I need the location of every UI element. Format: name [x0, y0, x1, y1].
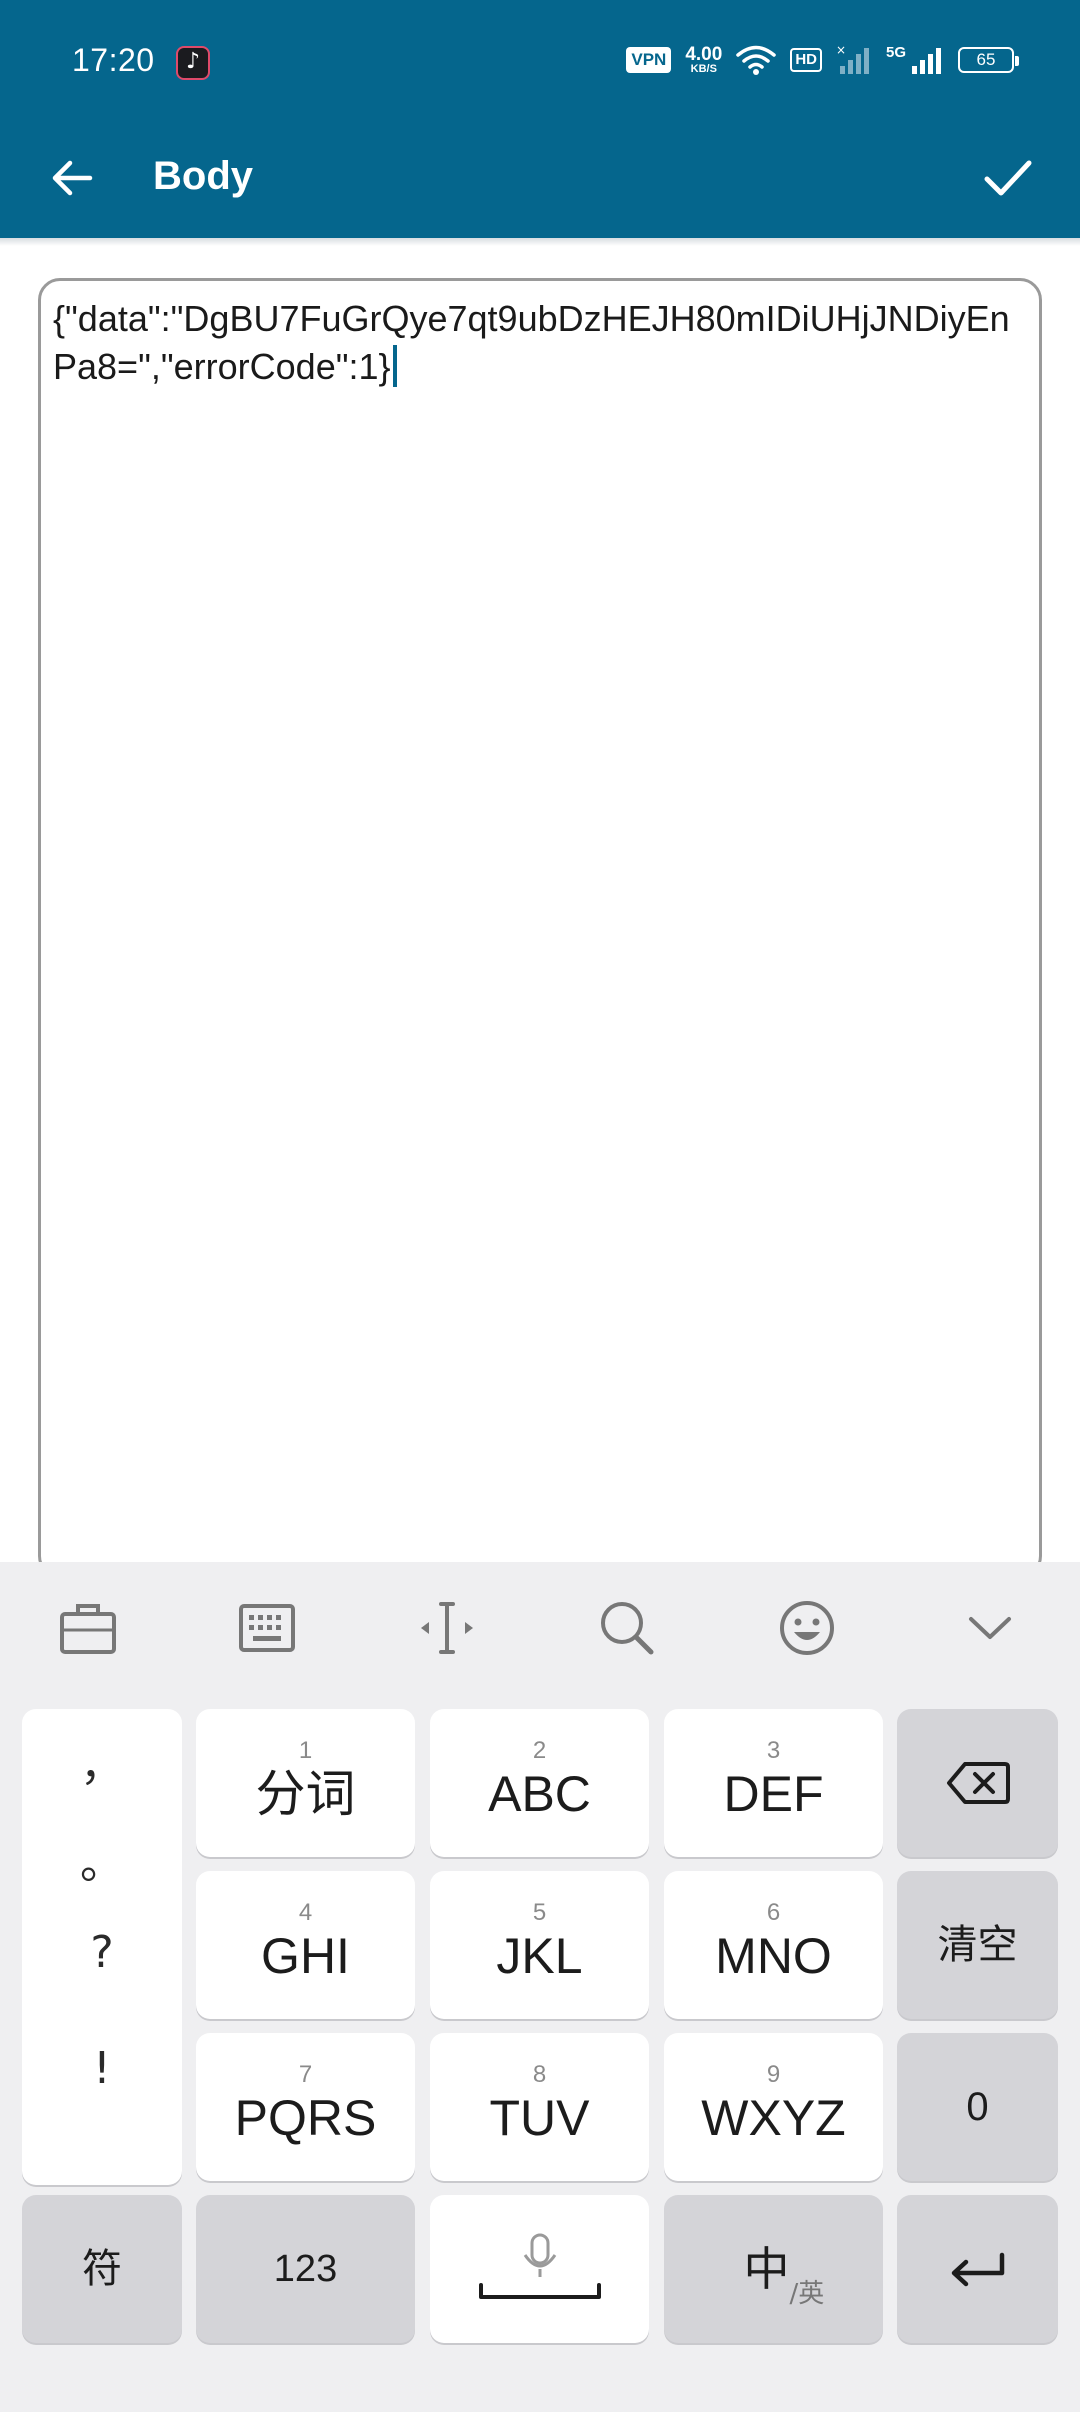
- key-number: 6: [766, 1899, 781, 1926]
- wifi-icon: [736, 45, 777, 75]
- hd-voice-icon: HD: [790, 48, 822, 72]
- key-number: 4: [298, 1899, 313, 1926]
- key-6-mno[interactable]: 6 MNO: [664, 1871, 883, 2019]
- punct-exclamation[interactable]: !: [22, 2043, 182, 2094]
- keyboard-icon: [239, 1604, 295, 1652]
- punctuation-list[interactable]: ， 。 ? !: [22, 1709, 182, 2185]
- key-3-def[interactable]: 3 DEF: [664, 1709, 883, 1857]
- key-number: 5: [532, 1899, 547, 1926]
- numbers-key[interactable]: 123: [196, 2195, 415, 2343]
- microphone-icon: [478, 2233, 601, 2299]
- key-label: JKL: [496, 1928, 583, 1984]
- network-speed-unit: KB/S: [690, 63, 717, 75]
- key-7-pqrs[interactable]: 7 PQRS: [196, 2033, 415, 2181]
- key-label: 清空: [937, 1922, 1018, 1968]
- language-switch-label: 中 /英: [714, 2229, 834, 2309]
- key-label: 符: [82, 2246, 122, 2292]
- key-label: MNO: [715, 1928, 832, 1984]
- key-label: 123: [273, 2248, 338, 2290]
- arrow-left-icon: [52, 160, 93, 196]
- lang-main-label: 中: [743, 2242, 790, 2296]
- key-label: TUV: [489, 2090, 590, 2146]
- key-label: 分词: [255, 1765, 356, 1823]
- cursor-control-button[interactable]: [402, 1590, 492, 1666]
- key-2-abc[interactable]: 2 ABC: [430, 1709, 649, 1857]
- keyboard-toolbar: [0, 1562, 1080, 1702]
- key-1-fenci[interactable]: 1 分词: [196, 1709, 415, 1857]
- app-bar-shadow: [0, 238, 1080, 246]
- punct-period[interactable]: 。: [22, 1827, 182, 1891]
- enter-key[interactable]: [897, 2195, 1058, 2343]
- key-number: 3: [766, 1737, 781, 1764]
- clear-key[interactable]: 清空: [897, 1871, 1058, 2019]
- back-button[interactable]: [44, 150, 100, 206]
- emoji-button[interactable]: [762, 1590, 852, 1666]
- punct-comma[interactable]: ，: [22, 1729, 182, 1793]
- backspace-icon: [946, 1762, 1010, 1804]
- key-label: PQRS: [234, 2090, 377, 2146]
- network-type: 5G: [885, 43, 906, 61]
- page-title: Body: [153, 154, 253, 198]
- key-number: 1: [298, 1737, 313, 1764]
- clipboard-icon: [60, 1604, 116, 1654]
- key-number: 8: [532, 2061, 547, 2088]
- keyboard: ， 。 ? ! 1 分词 2 ABC 3 DEF 4 GHI 5 JKL 6 M…: [0, 1562, 1080, 2412]
- punct-question[interactable]: ?: [22, 1927, 182, 1978]
- keyboard-switch-button[interactable]: [222, 1590, 312, 1666]
- key-9-wxyz[interactable]: 9 WXYZ: [664, 2033, 883, 2181]
- status-time: 17:20: [72, 42, 155, 78]
- body-text-content[interactable]: {"data":"DgBU7FuGrQye7qt9ubDzHEJH80mIDiU…: [53, 295, 1033, 391]
- keyboard-search-button[interactable]: [582, 1590, 672, 1666]
- tiktok-notification-icon: [176, 46, 210, 80]
- key-4-ghi[interactable]: 4 GHI: [196, 1871, 415, 2019]
- key-label: ABC: [488, 1766, 591, 1822]
- key-label: 0: [966, 2085, 989, 2129]
- search-icon: [601, 1602, 654, 1655]
- confirm-button[interactable]: [976, 148, 1040, 208]
- status-icons: VPN 4.00 KB/S HD × 5G 65: [626, 40, 1019, 80]
- body-text-value: {"data":"DgBU7FuGrQye7qt9ubDzHEJH80mIDiU…: [53, 298, 1010, 387]
- network-speed-value: 4.00: [685, 44, 723, 65]
- clipboard-button[interactable]: [43, 1590, 133, 1666]
- key-label: DEF: [723, 1766, 824, 1822]
- emoji-icon: [780, 1601, 834, 1655]
- key-label: WXYZ: [701, 2090, 846, 2146]
- enter-icon: [951, 2252, 1004, 2287]
- space-voice-key[interactable]: [430, 2195, 649, 2343]
- svg-text:×: ×: [836, 44, 846, 57]
- cursor-icon: [421, 1602, 473, 1654]
- language-switch-key[interactable]: 中 /英: [664, 2195, 883, 2343]
- network-speed: 4.00 KB/S: [685, 45, 722, 75]
- collapse-keyboard-button[interactable]: [945, 1590, 1035, 1666]
- vpn-badge: VPN: [626, 47, 672, 73]
- lang-sub-label: /英: [789, 2279, 825, 2309]
- key-number: 2: [532, 1737, 547, 1764]
- checkmark-icon: [984, 160, 1032, 196]
- backspace-key[interactable]: [897, 1709, 1058, 1857]
- body-text-area[interactable]: {"data":"DgBU7FuGrQye7qt9ubDzHEJH80mIDiU…: [38, 278, 1042, 1578]
- key-0[interactable]: 0: [897, 2033, 1058, 2181]
- key-label: GHI: [261, 1928, 350, 1984]
- battery-icon: 65: [958, 47, 1019, 73]
- symbols-key[interactable]: 符: [22, 2195, 182, 2343]
- app-bar: Body: [0, 120, 1080, 238]
- signal-strong-icon: [912, 48, 941, 74]
- key-8-tuv[interactable]: 8 TUV: [430, 2033, 649, 2181]
- key-number: 9: [766, 2061, 781, 2088]
- chevron-down-icon: [969, 1617, 1011, 1639]
- key-5-jkl[interactable]: 5 JKL: [430, 1871, 649, 2019]
- signal-weak-icon: ×: [836, 44, 869, 74]
- text-cursor: [392, 345, 397, 387]
- key-number: 7: [298, 2061, 313, 2088]
- status-bar: 17:20 VPN 4.00 KB/S HD × 5G 65: [0, 0, 1080, 120]
